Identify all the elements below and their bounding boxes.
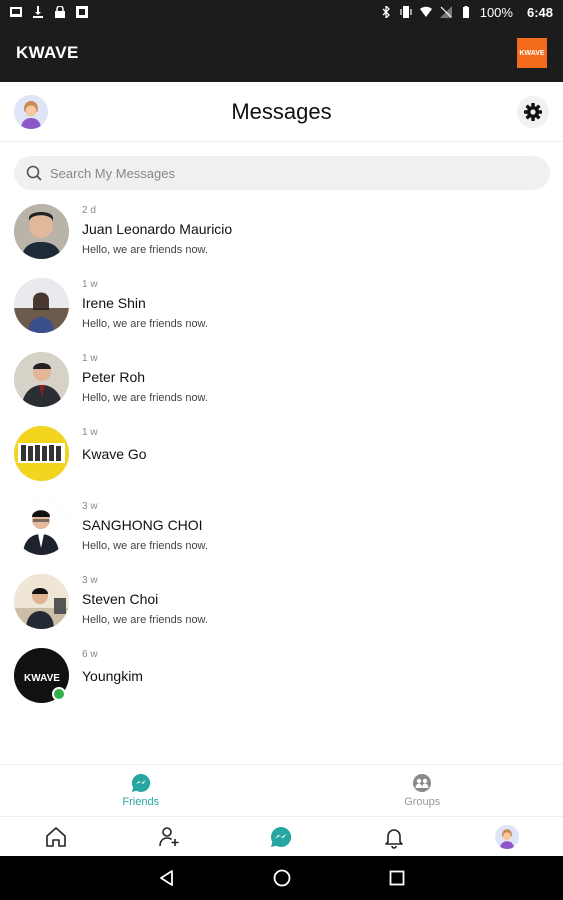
settings-button[interactable]: [517, 96, 549, 128]
tab-groups-label: Groups: [404, 796, 441, 808]
message-tabs: Friends Groups: [0, 764, 563, 816]
nav-notifications-button[interactable]: [374, 819, 414, 855]
message-time: 3 w: [82, 501, 98, 512]
status-bar: 100% 6:48: [0, 0, 563, 24]
page-title: Messages: [231, 98, 332, 124]
message-preview: Hello, we are friends now.: [82, 614, 208, 626]
messages-header: Messages: [0, 82, 563, 142]
gallery-notification-icon: [10, 7, 22, 17]
tab-friends[interactable]: Friends: [0, 765, 282, 816]
message-time: 1 w: [82, 353, 98, 364]
contact-avatar: [14, 500, 69, 555]
app-bar: KWAVE KWAVE: [0, 24, 563, 82]
home-circle-icon[interactable]: [272, 868, 292, 888]
contact-avatar: [14, 352, 69, 407]
conversation-item[interactable]: 1 w Irene Shin Hello, we are friends now…: [0, 274, 563, 348]
contact-name: Irene Shin: [82, 295, 146, 311]
vibrate-icon: [400, 6, 412, 18]
chat-bubble-icon: [131, 773, 150, 792]
back-icon[interactable]: [157, 868, 177, 888]
tab-friends-label: Friends: [122, 796, 160, 808]
kwave-logo-text: KWAVE: [519, 49, 545, 57]
user-avatar-icon: [494, 824, 519, 849]
search-icon: [26, 165, 42, 181]
messenger-icon: [271, 826, 292, 847]
contact-name: Juan Leonardo Mauricio: [82, 221, 233, 237]
message-time: 6 w: [82, 649, 98, 660]
recents-icon[interactable]: [387, 868, 407, 888]
conversation-item[interactable]: 3 w Steven Choi Hello, we are friends no…: [0, 570, 563, 644]
app-title: KWAVE: [16, 43, 79, 62]
contact-name: Kwave Go: [82, 446, 147, 462]
contact-avatar: [14, 278, 69, 333]
message-preview: Hello, we are friends now.: [82, 244, 208, 256]
bottom-navigation: [0, 816, 563, 856]
message-preview: Hello, we are friends now.: [82, 540, 208, 552]
home-icon: [46, 826, 67, 847]
app-notification-icon: [76, 6, 88, 18]
tab-groups[interactable]: Groups: [282, 765, 563, 816]
search-bar[interactable]: [14, 156, 550, 190]
battery-icon: [462, 6, 469, 18]
conversation-item[interactable]: 2 d Juan Leonardo Mauricio Hello, we are…: [0, 200, 563, 274]
profile-avatar-small: [494, 824, 519, 849]
gear-icon: [524, 103, 542, 121]
conversation-item[interactable]: 1 w Kwave Go: [0, 422, 563, 496]
user-avatar-icon: [14, 95, 48, 129]
profile-avatar[interactable]: [14, 95, 48, 129]
contact-avatar: [14, 204, 69, 259]
nav-home-button[interactable]: [36, 819, 76, 855]
battery-percent: 100%: [479, 4, 513, 20]
kwave-logo[interactable]: KWAVE: [517, 38, 547, 68]
download-icon: [33, 6, 43, 18]
message-preview: Hello, we are friends now.: [82, 318, 208, 330]
contact-avatar: [14, 426, 69, 481]
contact-name: Peter Roh: [82, 369, 146, 385]
message-preview: Hello, we are friends now.: [82, 392, 208, 404]
online-status-indicator: [52, 687, 66, 701]
nav-profile-button[interactable]: [487, 819, 527, 855]
contact-name: Steven Choi: [82, 591, 159, 607]
search-input[interactable]: [50, 165, 490, 181]
nav-messages-button[interactable]: [261, 819, 301, 855]
nav-add-friend-button[interactable]: [149, 819, 189, 855]
conversation-item[interactable]: KWAVE 6 w Youngkim: [0, 644, 563, 718]
svg-text:KWAVE: KWAVE: [24, 673, 60, 684]
conversation-item[interactable]: 1 w Peter Roh Hello, we are friends now.: [0, 348, 563, 422]
message-time: 1 w: [82, 279, 98, 290]
message-time: 1 w: [82, 427, 98, 438]
no-signal-icon: [439, 6, 452, 18]
wifi-icon: [419, 6, 432, 17]
system-navigation-bar: [0, 856, 563, 900]
conversation-item[interactable]: 3 w SANGHONG CHOI Hello, we are friends …: [0, 496, 563, 570]
contact-avatar: [14, 574, 69, 629]
bluetooth-icon: [382, 6, 390, 18]
clock: 6:48: [526, 4, 553, 20]
contact-name: Youngkim: [82, 668, 143, 684]
add-user-icon: [159, 826, 179, 846]
conversation-list: 2 d Juan Leonardo Mauricio Hello, we are…: [0, 200, 563, 718]
message-time: 3 w: [82, 575, 98, 586]
lock-icon: [55, 6, 65, 18]
group-icon: [413, 774, 432, 792]
message-time: 2 d: [82, 205, 96, 216]
bell-icon: [385, 828, 403, 849]
contact-name: SANGHONG CHOI: [82, 517, 203, 533]
